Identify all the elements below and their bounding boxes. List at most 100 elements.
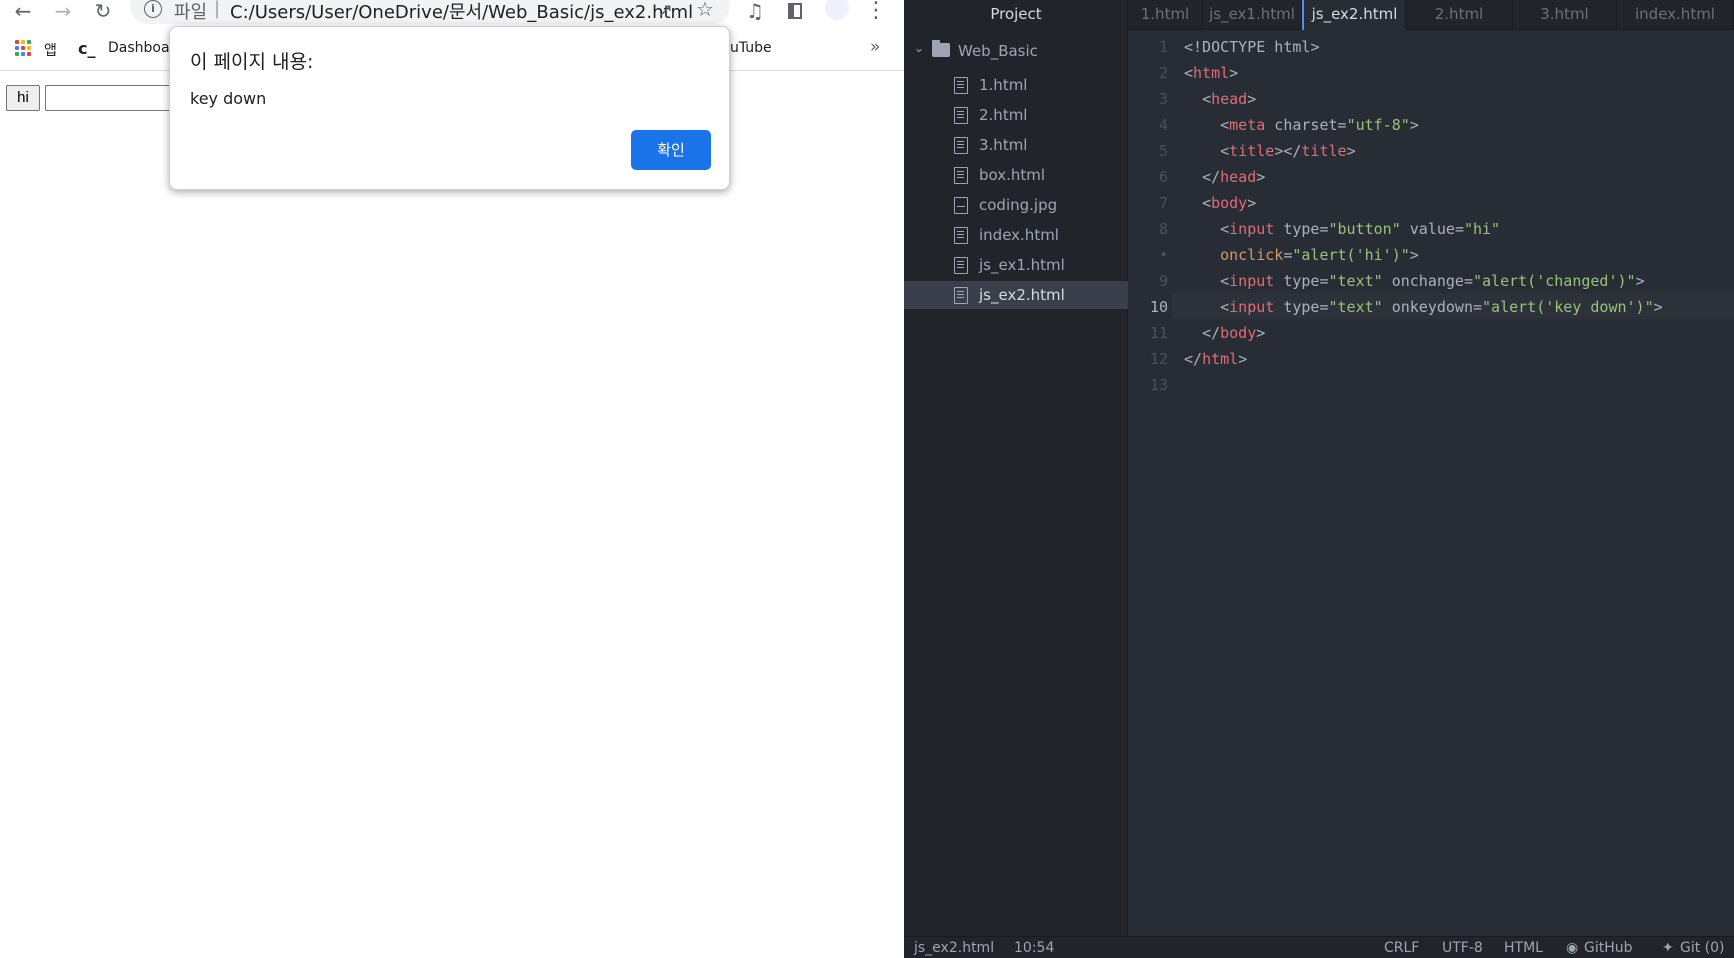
code-line[interactable]: </head> [1184, 168, 1265, 186]
code-line[interactable]: <head> [1184, 90, 1256, 108]
line-number: 4 [1158, 116, 1168, 134]
status-cursor[interactable]: 10:54 [1014, 940, 1054, 956]
tree-file-item[interactable]: coding.jpg [904, 191, 1128, 219]
profile-avatar[interactable] [824, 0, 850, 22]
media-playlist-icon[interactable]: ♫ [744, 0, 766, 22]
line-number: • [1158, 246, 1168, 264]
url-text[interactable]: C:/Users/User/OneDrive/문서/Web_Basic/js_e… [230, 0, 693, 24]
code-line[interactable]: <title></title> [1184, 142, 1355, 160]
file-icon [954, 287, 968, 304]
file-icon [954, 227, 968, 244]
line-number: 11 [1149, 324, 1168, 342]
side-panel-icon[interactable] [784, 0, 806, 22]
tree-file-item[interactable]: 3.html [904, 131, 1128, 159]
code-line[interactable]: onclick="alert('hi')"> [1184, 246, 1419, 264]
address-bar[interactable]: i 파일 | C:/Users/User/OneDrive/문서/Web_Bas… [130, 0, 730, 24]
code-line[interactable]: <meta charset="utf-8"> [1184, 116, 1419, 134]
tree-file-item[interactable]: 2.html [904, 101, 1128, 129]
editor-tab[interactable]: 1.html [1128, 0, 1203, 30]
file-icon [954, 77, 968, 94]
github-icon[interactable]: ◉ [1566, 940, 1578, 956]
line-number: 5 [1158, 142, 1168, 160]
alert-ok-button[interactable]: 확인 [631, 130, 711, 170]
line-number: 8 [1158, 220, 1168, 238]
file-icon [954, 137, 968, 154]
code-line[interactable]: <body> [1184, 194, 1256, 212]
dashboard-favicon-icon: c_ [78, 39, 96, 58]
apps-grid-icon[interactable] [15, 40, 31, 56]
forward-icon[interactable]: → [52, 0, 74, 22]
tree-root-folder[interactable]: ⌄ Web_Basic [904, 38, 1128, 64]
code-line[interactable]: <input type="button" value="hi" [1184, 220, 1500, 238]
tree-file-label: 3.html [979, 136, 1028, 154]
editor-tab[interactable]: js_ex2.html [1302, 0, 1406, 30]
line-number: 3 [1158, 90, 1168, 108]
page-content: hi [0, 72, 904, 958]
code-line[interactable]: </html> [1184, 350, 1247, 368]
alert-dialog: 이 페이지 내용: key down 확인 [169, 26, 730, 190]
bookmark-apps[interactable]: 앱 [44, 40, 57, 60]
line-number: 6 [1158, 168, 1168, 186]
line-number: 1 [1158, 38, 1168, 56]
share-icon[interactable]: ↗ [658, 0, 673, 21]
tree-file-item[interactable]: index.html [904, 221, 1128, 249]
code-line[interactable]: <html> [1184, 64, 1238, 82]
chevron-down-icon[interactable]: ⌄ [914, 41, 924, 55]
url-separator: | [214, 0, 221, 19]
editor-tab[interactable]: 2.html [1406, 0, 1513, 30]
editor-tab[interactable]: 3.html [1513, 0, 1617, 30]
line-number: 2 [1158, 64, 1168, 82]
status-bar: js_ex2.html 10:54 CRLF UTF-8 HTML ◉ GitH… [904, 936, 1734, 958]
file-icon [954, 257, 968, 274]
root-folder-label: Web_Basic [958, 42, 1038, 60]
back-icon[interactable]: ← [12, 0, 34, 22]
status-grammar[interactable]: HTML [1504, 940, 1543, 956]
site-info-icon[interactable]: i [144, 0, 162, 18]
bookmark-dashboard[interactable]: Dashboar [108, 40, 175, 56]
reload-icon[interactable]: ↻ [92, 0, 114, 22]
url-scheme: 파일 [174, 2, 208, 23]
bookmark-youtube[interactable]: uTube [730, 40, 772, 56]
git-branch-icon[interactable]: ✦ [1662, 940, 1674, 956]
code-line[interactable]: <input type="text" onkeydown="alert('key… [1184, 298, 1663, 316]
status-github[interactable]: GitHub [1584, 940, 1633, 956]
bookmark-star-icon[interactable]: ☆ [696, 0, 714, 21]
tree-file-label: 2.html [979, 106, 1028, 124]
image-icon [954, 197, 968, 214]
tree-file-label: js_ex1.html [979, 256, 1065, 274]
tree-file-item[interactable]: 1.html [904, 71, 1128, 99]
line-number: 10 [1149, 298, 1168, 316]
tree-file-label: index.html [979, 226, 1059, 244]
tree-file-label: box.html [979, 166, 1046, 184]
line-number: 12 [1149, 350, 1168, 368]
bookmarks-overflow-icon[interactable]: » [870, 37, 880, 57]
status-file[interactable]: js_ex2.html [914, 940, 994, 956]
alert-title: 이 페이지 내용: [190, 51, 314, 73]
folder-icon [932, 40, 950, 57]
status-encoding[interactable]: UTF-8 [1442, 940, 1483, 956]
tree-file-label: coding.jpg [979, 196, 1058, 214]
code-line[interactable]: <input type="text" onchange="alert('chan… [1184, 272, 1644, 290]
tree-file-item[interactable]: js_ex2.html [904, 281, 1128, 309]
tree-file-label: 1.html [979, 76, 1028, 94]
browser-window: ← → ↻ i 파일 | C:/Users/User/OneDrive/문서/W… [0, 0, 904, 958]
tab-bar: 1.html js_ex1.html js_ex2.html 2.html 3.html… [1128, 0, 1734, 30]
tree-file-label: js_ex2.html [979, 286, 1065, 304]
line-number: 9 [1158, 272, 1168, 290]
editor-tab[interactable]: index.html [1617, 0, 1734, 30]
status-git[interactable]: Git (0) [1680, 940, 1725, 956]
code-line[interactable]: <!DOCTYPE html> [1184, 38, 1319, 56]
status-line-ending[interactable]: CRLF [1384, 940, 1419, 956]
menu-kebab-icon[interactable]: ⋮ [865, 0, 887, 22]
editor-window: Project ⌄ Web_Basic 1.html 2.html 3.html bo… [904, 0, 1734, 958]
file-icon [954, 107, 968, 124]
editor-tab[interactable]: js_ex1.html [1203, 0, 1302, 30]
tree-file-item[interactable]: box.html [904, 161, 1128, 189]
tree-file-item[interactable]: js_ex1.html [904, 251, 1128, 279]
code-area[interactable]: <!DOCTYPE html> <html> <head> <meta chars… [1172, 30, 1734, 936]
code-line[interactable]: </body> [1184, 324, 1265, 342]
hi-button[interactable]: hi [6, 85, 40, 111]
line-gutter: 1 2 3 4 5 6 7 8 • 9 10 11 12 13 [1128, 30, 1172, 936]
line-number: 7 [1158, 194, 1168, 212]
alert-message: key down [190, 89, 267, 108]
